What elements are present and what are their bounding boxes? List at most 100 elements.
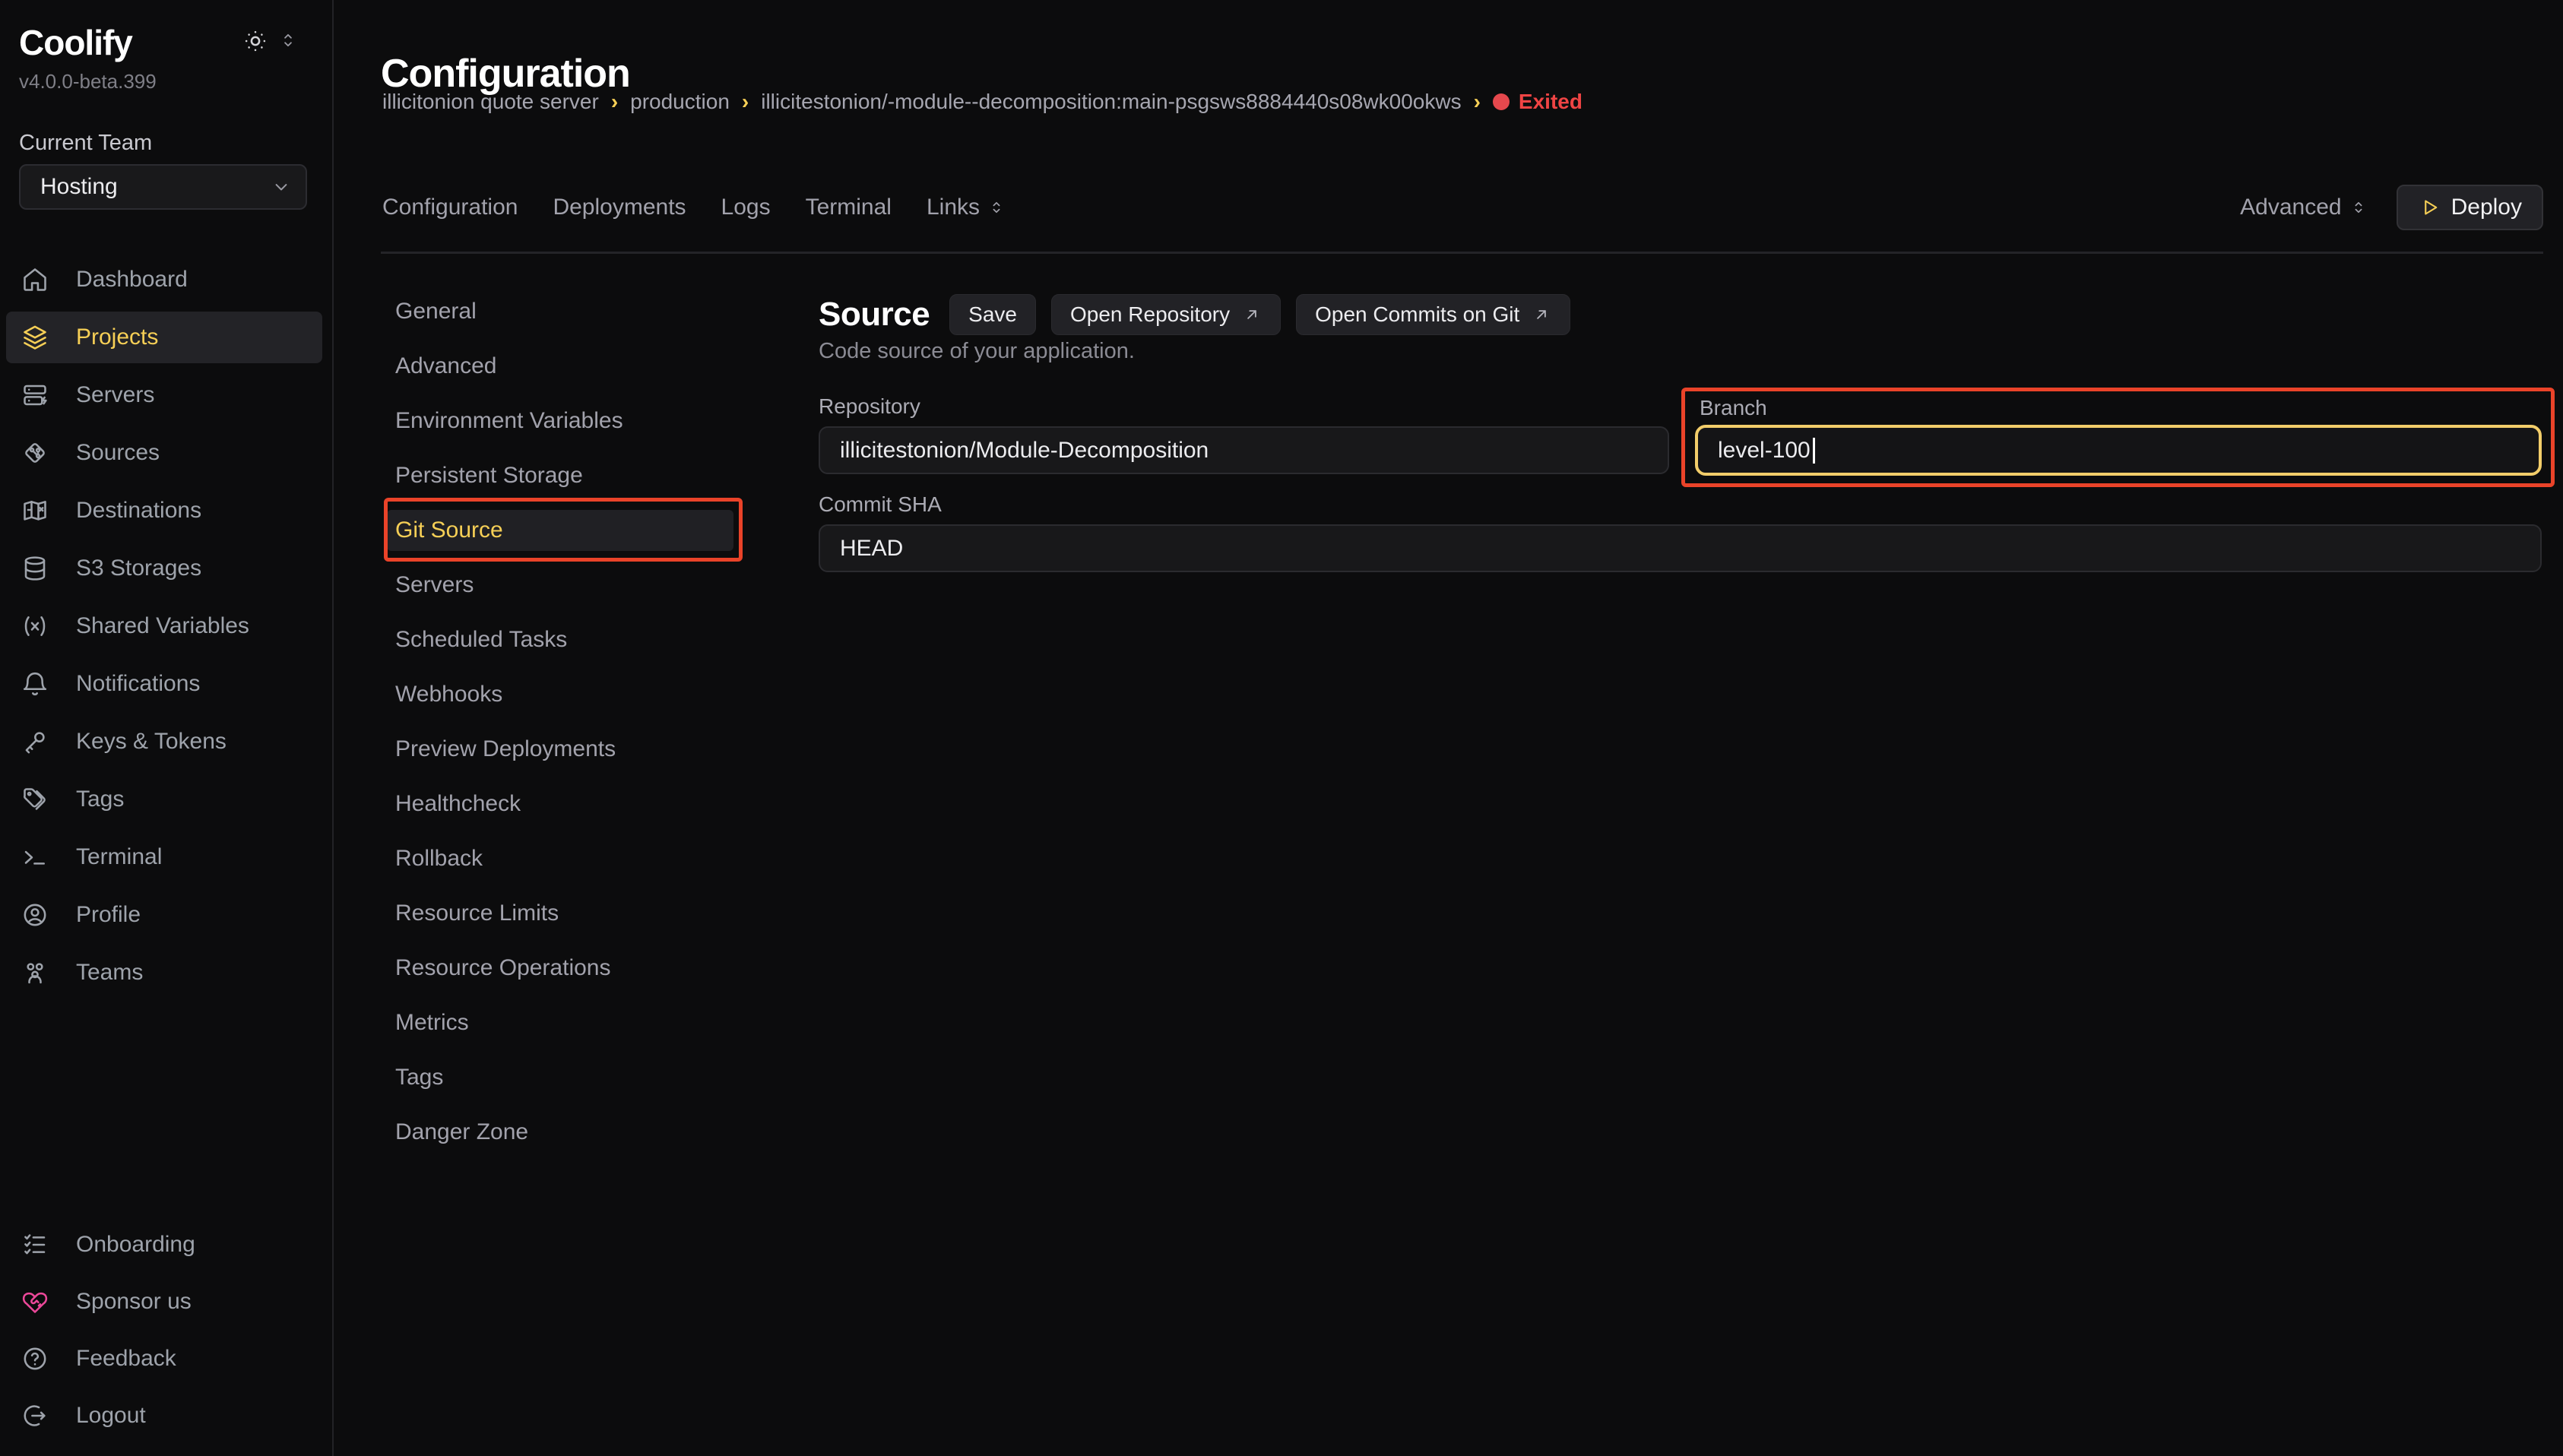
source-description: Code source of your application. (819, 339, 1135, 364)
subnav-item-persistent-storage[interactable]: Persistent Storage (384, 448, 749, 503)
sun-icon (242, 27, 269, 55)
subnav-item-webhooks[interactable]: Webhooks (384, 667, 749, 722)
logout-icon (21, 1402, 49, 1429)
breadcrumb-separator-icon: › (742, 90, 749, 114)
team-select[interactable]: Hosting (19, 164, 307, 210)
open-repository-button[interactable]: Open Repository (1051, 294, 1281, 335)
subnav-item-danger-zone[interactable]: Danger Zone (384, 1105, 749, 1160)
sidebar-item-keys-tokens[interactable]: Keys & Tokens (0, 713, 332, 771)
subnav-item-scheduled-tasks[interactable]: Scheduled Tasks (384, 612, 749, 667)
sidebar-item-servers[interactable]: Servers (0, 366, 332, 424)
sidebar-collapse-button[interactable] (278, 30, 298, 50)
status-badge: Exited (1493, 90, 1582, 114)
sidebar-item-destinations[interactable]: Destinations (0, 482, 332, 540)
subnav-item-environment-variables[interactable]: Environment Variables (384, 394, 749, 448)
header-actions: Advanced Deploy (2240, 185, 2543, 230)
status-dot-icon (1493, 93, 1510, 110)
map-icon (21, 497, 49, 524)
subnav-item-git-source[interactable]: Git Source (384, 503, 749, 558)
sidebar-item-notifications[interactable]: Notifications (0, 655, 332, 713)
sidebar-item-onboarding[interactable]: Onboarding (0, 1216, 332, 1273)
sidebar-item-s3-storages[interactable]: S3 Storages (0, 540, 332, 597)
play-icon (2418, 196, 2441, 219)
breadcrumb-separator-icon: › (611, 90, 618, 114)
divider (381, 252, 2543, 254)
checklist-icon (21, 1231, 49, 1258)
tab-terminal[interactable]: Terminal (806, 195, 892, 220)
main-content: Configuration illicitonion quote server … (332, 0, 2563, 1456)
sidebar-item-dashboard[interactable]: Dashboard (0, 251, 332, 309)
repository-input[interactable]: illicitestonion/Module-Decomposition (819, 426, 1669, 474)
advanced-menu-button[interactable]: Advanced (2240, 195, 2367, 220)
app-logo: Coolify (19, 20, 132, 65)
home-icon (21, 266, 49, 293)
open-commits-button[interactable]: Open Commits on Git (1296, 294, 1570, 335)
subnav-item-preview-deployments[interactable]: Preview Deployments (384, 722, 749, 777)
sidebar-item-tags[interactable]: Tags (0, 771, 332, 828)
tab-deployments[interactable]: Deployments (553, 195, 686, 220)
server-icon (21, 381, 49, 409)
database-icon (21, 555, 49, 582)
subnav-item-metrics[interactable]: Metrics (384, 995, 749, 1050)
users-icon (21, 959, 49, 986)
chevrons-up-down-icon (278, 30, 298, 50)
deploy-button[interactable]: Deploy (2397, 185, 2543, 230)
sidebar-item-projects[interactable]: Projects (0, 309, 332, 366)
subnav-item-resource-operations[interactable]: Resource Operations (384, 941, 749, 995)
commit-sha-input[interactable]: HEAD (819, 524, 2542, 572)
arrow-up-right-icon (1242, 305, 1262, 324)
heart-handshake-icon (21, 1288, 49, 1315)
tabs: Configuration Deployments Logs Terminal … (382, 185, 1006, 230)
breadcrumb: illicitonion quote server › production ›… (382, 89, 1582, 115)
breadcrumb-environment[interactable]: production (630, 90, 730, 114)
variable-icon (21, 612, 49, 640)
tab-logs[interactable]: Logs (721, 195, 771, 220)
subnav-item-resource-limits[interactable]: Resource Limits (384, 886, 749, 941)
subnav-item-healthcheck[interactable]: Healthcheck (384, 777, 749, 831)
theme-toggle-button[interactable] (242, 27, 269, 55)
sidebar-item-feedback[interactable]: Feedback (0, 1330, 332, 1387)
breadcrumb-project[interactable]: illicitonion quote server (382, 90, 599, 114)
subnav-item-rollback[interactable]: Rollback (384, 831, 749, 886)
sidebar: Coolify v4.0.0-beta.399 Current Team Hos… (0, 0, 334, 1456)
user-circle-icon (21, 901, 49, 929)
terminal-icon (21, 844, 49, 871)
tab-configuration[interactable]: Configuration (382, 195, 518, 220)
tab-links[interactable]: Links (927, 195, 1006, 220)
app-version: v4.0.0-beta.399 (19, 70, 157, 93)
annotation-highlight-branch (1681, 388, 2555, 487)
breadcrumb-application[interactable]: illicitestonion/-module--decomposition:m… (761, 90, 1461, 114)
status-text: Exited (1519, 90, 1582, 114)
configuration-subnav: General Advanced Environment Variables P… (384, 284, 749, 1160)
layers-icon (21, 324, 49, 351)
sidebar-item-logout[interactable]: Logout (0, 1387, 332, 1444)
subnav-item-advanced[interactable]: Advanced (384, 339, 749, 394)
chevrons-up-down-icon (2349, 198, 2368, 217)
sidebar-item-terminal[interactable]: Terminal (0, 828, 332, 886)
annotation-highlight-git-source (384, 498, 743, 562)
subnav-item-general[interactable]: General (384, 284, 749, 339)
sidebar-item-profile[interactable]: Profile (0, 886, 332, 944)
current-team-label: Current Team (19, 131, 152, 156)
team-select-value: Hosting (40, 174, 118, 200)
source-section-header: Source Save Open Repository Open Commits… (819, 294, 1586, 335)
chevrons-up-down-icon (987, 198, 1006, 217)
sidebar-item-sponsor-us[interactable]: Sponsor us (0, 1273, 332, 1330)
sidebar-item-teams[interactable]: Teams (0, 944, 332, 1002)
sidebar-item-sources[interactable]: Sources (0, 424, 332, 482)
sidebar-footer-menu: Onboarding Sponsor us Feedback Logout (0, 1216, 332, 1444)
arrow-up-right-icon (1532, 305, 1551, 324)
repository-label: Repository (819, 394, 920, 419)
chevron-down-icon (271, 176, 292, 198)
subnav-item-tags[interactable]: Tags (384, 1050, 749, 1105)
source-heading: Source (819, 296, 930, 334)
sidebar-item-shared-variables[interactable]: Shared Variables (0, 597, 332, 655)
subnav-item-servers[interactable]: Servers (384, 558, 749, 612)
breadcrumb-separator-icon: › (1474, 90, 1481, 114)
help-circle-icon (21, 1345, 49, 1372)
save-button[interactable]: Save (949, 294, 1036, 335)
sidebar-menu: Dashboard Projects Servers Sources Desti… (0, 251, 332, 1002)
key-icon (21, 728, 49, 755)
tags-icon (21, 786, 49, 813)
commit-sha-label: Commit SHA (819, 492, 942, 517)
